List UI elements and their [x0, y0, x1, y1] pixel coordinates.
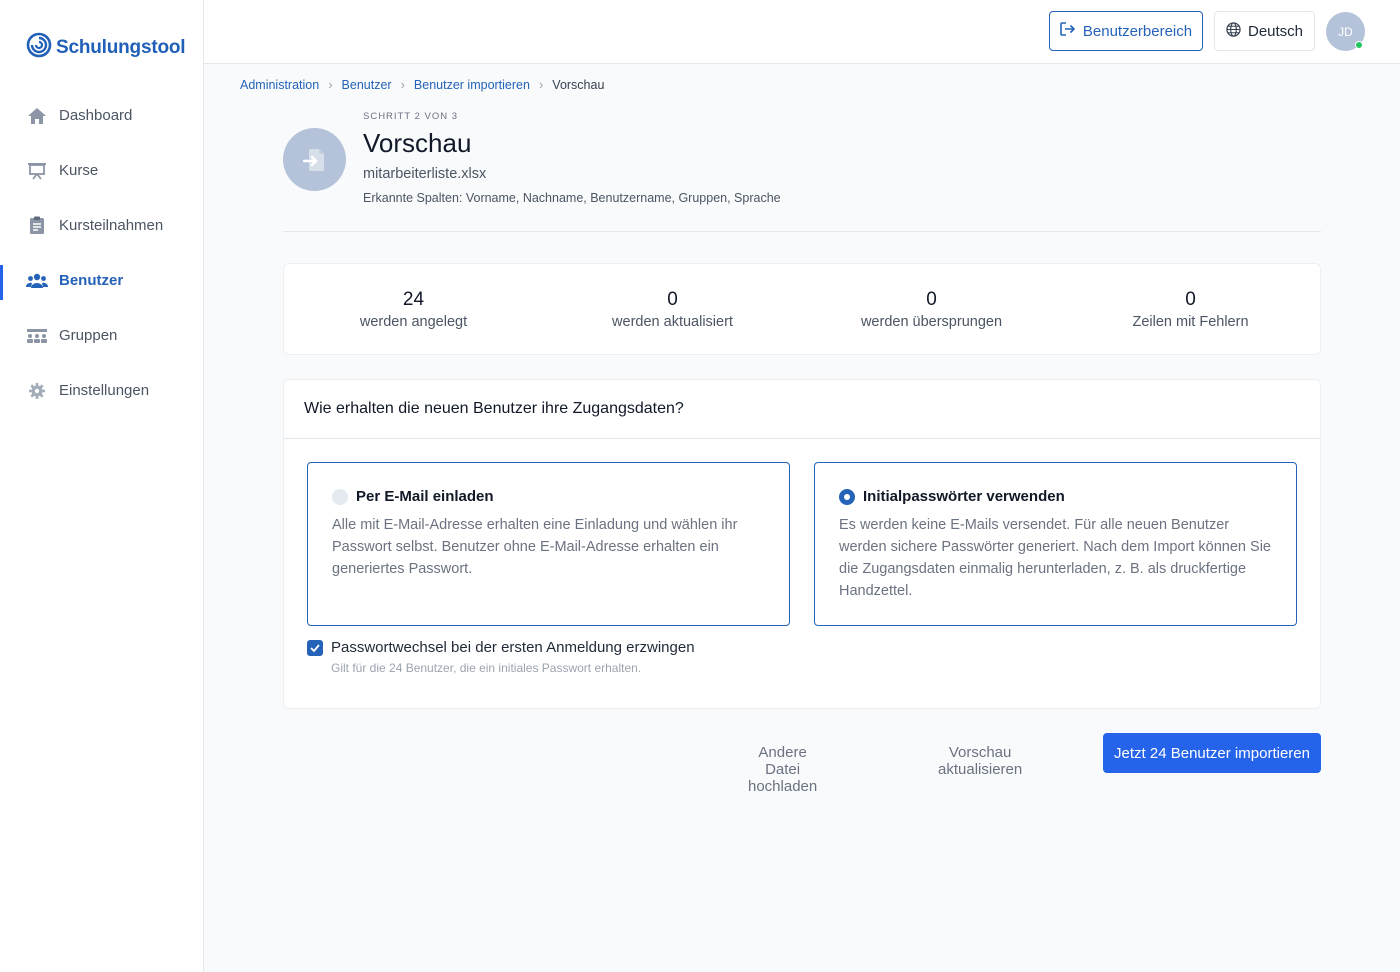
detected-columns: Erkannte Spalten: Vorname, Nachname, Ben… [363, 191, 781, 205]
stat-value: 0 [1185, 288, 1196, 310]
gear-icon [26, 380, 48, 402]
app-logo[interactable]: Schulungstool [26, 32, 186, 63]
stat-label: werden übersprungen [860, 313, 1003, 330]
step-indicator: Schritt 2 von 3 [363, 111, 459, 122]
divider [283, 231, 1321, 232]
breadcrumb-administration[interactable]: Administration [240, 78, 319, 92]
option-initial-passwords[interactable]: Initialpasswörter verwenden Es werden ke… [814, 462, 1297, 626]
stat-value: 0 [667, 288, 678, 310]
force-password-change-hint: Gilt für die 24 Benutzer, die ein initia… [331, 661, 642, 675]
clipboard-icon [26, 215, 48, 237]
user-area-label: Benutzerbereich [1082, 22, 1193, 40]
language-label: Deutsch [1247, 22, 1304, 40]
page-title: Vorschau [363, 128, 472, 158]
stat-created: 24 werden angelegt [284, 264, 543, 354]
sidebar: Schulungstool Dashboard Kurse Kursteilna… [0, 0, 204, 972]
force-password-change-label: Passwortwechsel bei der ersten Anmeldung… [331, 639, 695, 656]
upload-other-file-button[interactable]: Andere Datei hochladen [748, 744, 817, 795]
avatar-initials: JD [1338, 24, 1353, 39]
sidebar-item-kurse[interactable]: Kurse [0, 143, 204, 198]
option-email-invite[interactable]: Per E-Mail einladen Alle mit E-Mail-Adre… [307, 462, 790, 626]
radio-email-invite[interactable] [332, 488, 348, 505]
users-icon [26, 270, 48, 292]
sidebar-item-einstellungen[interactable]: Einstellungen [0, 363, 204, 418]
option-title: Per E-Mail einladen [356, 488, 494, 505]
force-password-change-checkbox[interactable] [307, 639, 323, 656]
breadcrumb-current: Vorschau [552, 77, 605, 92]
sidebar-item-label: Gruppen [59, 327, 118, 344]
sidebar-item-kursteilnahmen[interactable]: Kursteilnahmen [0, 198, 204, 253]
sidebar-item-label: Benutzer [59, 272, 124, 289]
stat-errors: 0 Zeilen mit Fehlern [1061, 264, 1320, 354]
stat-value: 0 [926, 288, 937, 310]
stat-updated: 0 werden aktualisiert [543, 264, 802, 354]
option-title: Initialpasswörter verwenden [863, 488, 1065, 505]
option-description: Alle mit E-Mail-Adresse erhalten eine Ei… [332, 517, 738, 577]
option-description: Es werden keine E-Mails versendet. Für a… [839, 517, 1271, 599]
home-icon [26, 105, 48, 127]
sidebar-item-label: Einstellungen [59, 382, 150, 399]
language-button[interactable]: Deutsch [1214, 11, 1315, 51]
groups-icon [26, 325, 48, 347]
force-password-change[interactable]: Passwortwechsel bei der ersten Anmeldung… [307, 639, 695, 656]
sidebar-item-label: Kursteilnahmen [59, 217, 164, 234]
credentials-panel: Wie erhalten die neuen Benutzer ihre Zug… [283, 379, 1321, 709]
breadcrumb-benutzer-importieren[interactable]: Benutzer importieren [414, 78, 530, 92]
stat-label: werden angelegt [359, 313, 468, 330]
sign-in-icon [1060, 22, 1083, 40]
user-area-button[interactable]: Benutzerbereich [1049, 11, 1203, 51]
breadcrumb: Administration › Benutzer › Benutzer imp… [240, 77, 604, 92]
presentation-icon [26, 160, 48, 182]
sidebar-item-label: Dashboard [59, 107, 133, 124]
refresh-preview-button[interactable]: Vorschau aktualisieren [938, 744, 1022, 778]
radio-initial-passwords[interactable] [839, 488, 855, 505]
credentials-question: Wie erhalten die neuen Benutzer ihre Zug… [284, 380, 1320, 439]
app-name: Schulungstool [56, 36, 186, 58]
option-title-row: Per E-Mail einladen [332, 488, 765, 505]
sidebar-item-dashboard[interactable]: Dashboard [0, 88, 204, 143]
file-import-icon [283, 128, 346, 191]
globe-icon [1226, 21, 1248, 41]
sidebar-item-label: Kurse [59, 162, 99, 179]
import-users-button[interactable]: Jetzt 24 Benutzer importieren [1103, 733, 1321, 773]
stat-label: Zeilen mit Fehlern [1132, 313, 1249, 330]
sidebar-nav: Dashboard Kurse Kursteilnahmen Benutzer … [0, 88, 204, 418]
file-name: mitarbeiterliste.xlsx [363, 166, 487, 182]
stat-skipped: 0 werden übersprungen [802, 264, 1061, 354]
stat-label: werden aktualisiert [612, 313, 733, 330]
topbar: Benutzerbereich Deutsch JD [204, 0, 1400, 64]
logo-swirl-icon [26, 32, 52, 63]
chevron-right-icon: › [538, 77, 544, 92]
chevron-right-icon: › [400, 77, 405, 92]
stat-value: 24 [402, 288, 425, 310]
online-status-dot [1355, 41, 1363, 49]
sidebar-item-gruppen[interactable]: Gruppen [0, 308, 204, 363]
sidebar-item-benutzer[interactable]: Benutzer [0, 253, 204, 308]
option-title-row: Initialpasswörter verwenden [839, 488, 1272, 505]
import-stats: 24 werden angelegt 0 werden aktualisiert… [283, 263, 1321, 355]
breadcrumb-benutzer[interactable]: Benutzer [342, 78, 392, 92]
chevron-right-icon: › [328, 77, 333, 92]
